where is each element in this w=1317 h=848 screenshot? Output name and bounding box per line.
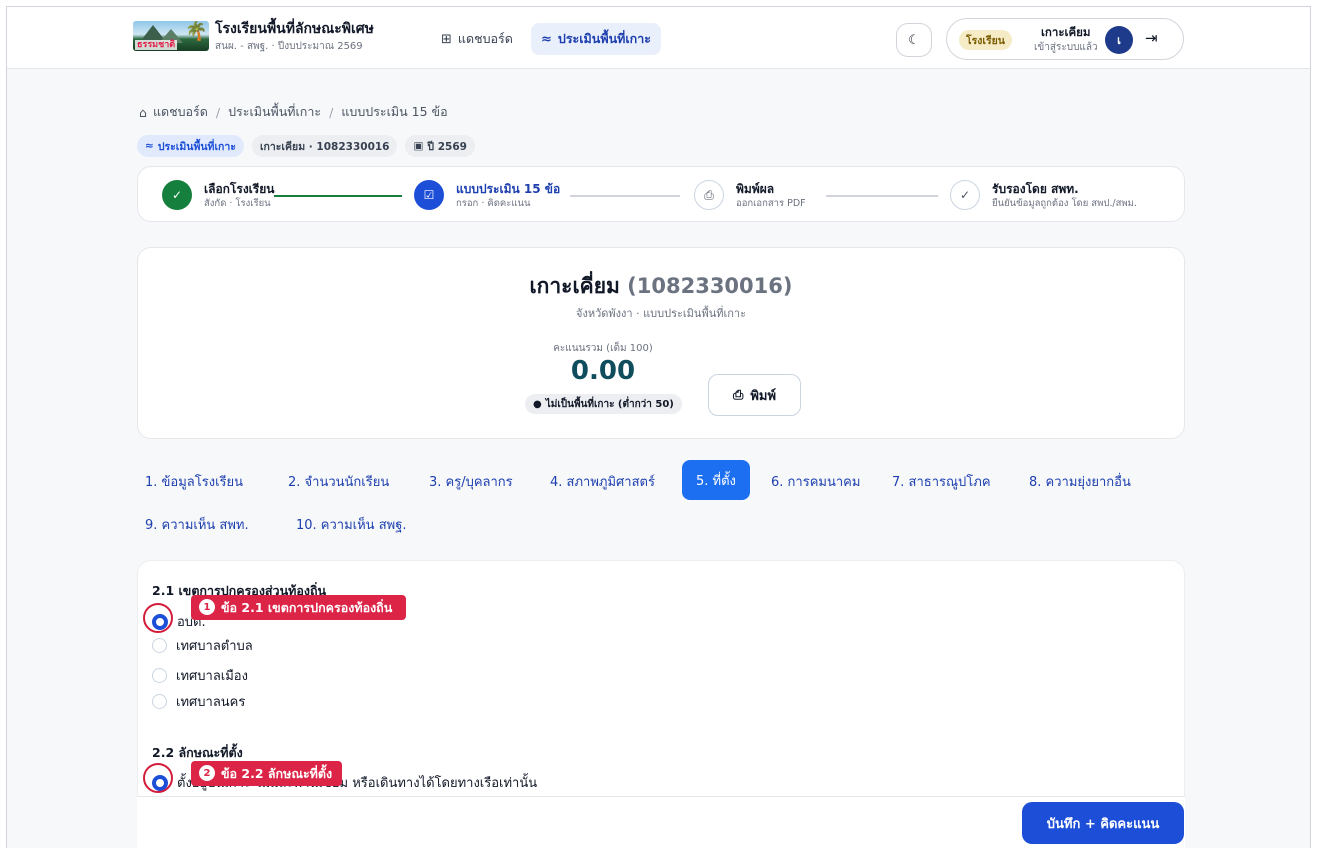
school-logo[interactable]: 🌴 ธรรมชาติ (133, 21, 209, 51)
chip-assessment-label: ประเมินพื้นที่เกาะ (157, 140, 236, 153)
print-button[interactable]: ⎙ พิมพ์ (708, 374, 801, 416)
school-title: เกาะเคี่ยม (1082330016) (138, 270, 1184, 303)
step-4-subtitle: ยืนยันข้อมูลถูกต้อง โดย สพป./สพม. (992, 198, 1137, 209)
option-label: เทศบาลตำบล (176, 639, 253, 654)
chip-assessment-type: ≈ ประเมินพื้นที่เกาะ (137, 135, 244, 157)
nav-dashboard[interactable]: ⊞ แดชบอร์ด (431, 23, 523, 55)
theme-toggle-button[interactable]: ☾ (896, 23, 932, 57)
callout-2-number: 2 (199, 765, 215, 781)
palm-icon: 🌴 (185, 21, 208, 42)
progress-stepper: ✓ เลือกโรงเรียน สังกัด · โรงเรียน ☑ แบบป… (137, 166, 1185, 222)
option-2-1-2[interactable]: เทศบาลเมือง (152, 665, 248, 686)
step-2-subtitle: กรอก · คิดคะแนน (456, 198, 531, 209)
option-label: เทศบาลเมือง (176, 669, 248, 684)
callout-2-text: ข้อ 2.2 ลักษณะที่ตั้ง (221, 766, 333, 781)
radio[interactable] (152, 694, 167, 709)
tab-esa-opinion[interactable]: 9. ความเห็น สพท. (139, 506, 255, 542)
question-2-2-title: 2.2 ลักษณะที่ตั้ง (152, 745, 243, 760)
logo-text: ธรรมชาติ (135, 40, 178, 50)
option-2-1-3[interactable]: เทศบาลนคร (152, 691, 245, 712)
brand-title: โรงเรียนพื้นที่ลักษณะพิเศษ (215, 21, 374, 37)
option-label: เทศบาลนคร (176, 695, 246, 710)
callout-1-ring (143, 603, 173, 633)
tab-transport[interactable]: 6. การคมนาคม (765, 463, 866, 499)
callout-2-ring (143, 763, 173, 793)
status-badge-label: ไม่เป็นพื้นที่เกาะ (ต่ำกว่า 50) (545, 398, 674, 410)
breadcrumb-separator: / (215, 104, 221, 120)
clipboard-check-icon: ☑ (414, 180, 444, 210)
status-badge: ● ไม่เป็นพื้นที่เกาะ (ต่ำกว่า 50) (525, 394, 682, 414)
callout-1-number: 1 (199, 599, 215, 615)
tab-location[interactable]: 5. ที่ตั้ง (682, 460, 750, 500)
printer-icon: ⎙ (694, 180, 724, 210)
breadcrumb: ⌂ แดชบอร์ด / ประเมินพื้นที่เกาะ / แบบประ… (139, 102, 448, 122)
chip-school: เกาะเคียม · 1082330016 (251, 135, 398, 157)
callout-1-text: ข้อ 2.1 เขตการปกครองท้องถิ่น (221, 600, 393, 615)
home-icon[interactable]: ⌂ (139, 105, 147, 120)
option-2-1-1[interactable]: เทศบาลตำบล (152, 635, 253, 656)
school-subtitle: จังหวัดพังงา · แบบประเมินพื้นที่เกาะ (576, 307, 746, 320)
step-connector (274, 195, 402, 197)
role-badge: โรงเรียน (959, 30, 1012, 50)
app-window: 🌴 ธรรมชาติ โรงเรียนพื้นที่ลักษณะพิเศษ สน… (6, 6, 1311, 848)
shield-check-icon: ✓ (950, 180, 980, 210)
avatar[interactable]: เ (1105, 26, 1133, 54)
radio[interactable] (152, 668, 167, 683)
breadcrumb-separator: / (329, 104, 334, 120)
callout-1: 1 ข้อ 2.1 เขตการปกครองท้องถิ่น (191, 595, 406, 620)
summary-card: เกาะเคี่ยม (1082330016) จังหวัดพังงา · แ… (137, 247, 1185, 439)
top-navbar: 🌴 ธรรมชาติ โรงเรียนพื้นที่ลักษณะพิเศษ สน… (7, 7, 1310, 69)
dot-icon: ● (533, 398, 542, 410)
school-name: เกาะเคี่ยม (529, 274, 620, 298)
user-status: เข้าสู่ระบบแล้ว (1034, 42, 1098, 53)
tab-students[interactable]: 2. จำนวนนักเรียน (282, 463, 395, 499)
callout-2: 2 ข้อ 2.2 ลักษณะที่ตั้ง (191, 761, 343, 786)
user-menu[interactable]: โรงเรียน เกาะเคียม เข้าสู่ระบบแล้ว เ ⇥ (946, 18, 1184, 60)
chip-year: ▣ ปี 2569 (405, 135, 475, 157)
tab-utilities[interactable]: 7. สาธารณูปโภค (886, 463, 997, 499)
radio[interactable] (152, 638, 167, 653)
nav-island-assessment[interactable]: ≈ ประเมินพื้นที่เกาะ (531, 23, 661, 55)
printer-icon: ⎙ (732, 387, 744, 403)
step-connector (826, 195, 938, 197)
tab-school-info[interactable]: 1. ข้อมูลโรงเรียน (139, 463, 249, 499)
breadcrumb-item-current: แบบประเมิน 15 ข้อ (341, 104, 448, 119)
tab-teachers[interactable]: 3. ครู/บุคลากร (423, 463, 519, 499)
school-code: (1082330016) (627, 274, 793, 298)
tab-other-difficulties[interactable]: 8. ความยุ่งยากอื่น (1023, 463, 1137, 499)
check-icon: ✓ (162, 180, 192, 210)
waves-icon: ≈ (541, 31, 552, 47)
tab-obec-opinion[interactable]: 10. ความเห็น สพฐ. (290, 506, 413, 542)
save-and-score-button[interactable]: บันทึก + คิดคะแนน (1022, 802, 1184, 844)
chip-school-label: เกาะเคียม · 1082330016 (259, 140, 390, 153)
nav-island-assessment-label: ประเมินพื้นที่เกาะ (557, 31, 651, 46)
context-chips: ≈ ประเมินพื้นที่เกาะ เกาะเคียม · 1082330… (137, 135, 475, 157)
tab-geography[interactable]: 4. สภาพภูมิศาสตร์ (544, 463, 661, 499)
step-connector (570, 195, 680, 197)
nav-dashboard-label: แดชบอร์ด (457, 31, 513, 46)
grid-icon: ⊞ (441, 31, 452, 47)
step-3-subtitle: ออกเอกสาร PDF (736, 198, 806, 209)
waves-icon: ≈ (145, 140, 154, 152)
brand-subtitle: สนผ. - สพฐ. · ปีงบประมาณ 2569 (215, 41, 363, 52)
breadcrumb-item-dashboard[interactable]: แดชบอร์ด (153, 102, 208, 122)
logout-icon[interactable]: ⇥ (1145, 29, 1158, 47)
score-label: คะแนนรวม (เต็ม 100) (553, 343, 653, 354)
calendar-icon: ▣ (413, 140, 424, 152)
breadcrumb-item-island[interactable]: ประเมินพื้นที่เกาะ (228, 102, 321, 122)
step-1-subtitle: สังกัด · โรงเรียน (204, 198, 271, 209)
print-button-label: พิมพ์ (750, 388, 777, 404)
moon-icon: ☾ (908, 32, 920, 48)
chip-year-label: ปี 2569 (427, 140, 467, 153)
score-value: 0.00 (570, 356, 636, 386)
